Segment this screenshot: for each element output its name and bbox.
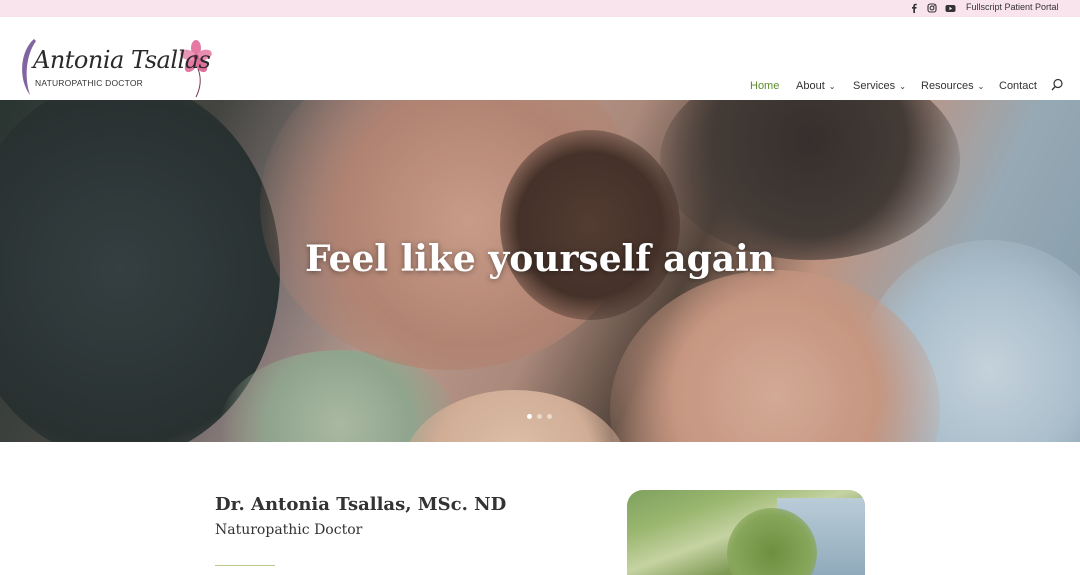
section-divider [215,565,275,566]
chevron-down-icon: ⌄ [899,81,906,91]
hero-title: Feel like yourself again [305,238,775,280]
doctor-photo [627,490,865,575]
chevron-down-icon: ⌄ [828,81,836,91]
nav-services[interactable]: Services ⌄ [853,79,906,93]
site-header: Antonia Tsallas NATUROPATHIC DOCTOR Home… [0,17,1080,100]
nav-resources[interactable]: Resources ⌄ [921,79,984,93]
slider-dot[interactable] [527,414,532,419]
doctor-title: Naturopathic Doctor [215,522,363,538]
nav-about-label: About [796,80,825,92]
top-bar: Fullscript Patient Portal [0,0,1080,17]
youtube-icon[interactable] [944,2,956,14]
nav-contact[interactable]: Contact [999,79,1037,93]
nav-home-label: Home [750,80,780,92]
nav-services-label: Services [853,80,896,92]
nav-home[interactable]: Home [750,79,779,93]
nav-about[interactable]: About ⌄ [796,79,835,93]
slider-pagination [527,414,552,419]
facebook-icon[interactable] [908,2,920,14]
nav-resources-label: Resources [921,80,974,92]
logo-name: Antonia Tsallas [33,46,211,74]
search-icon[interactable] [1050,78,1064,92]
slider-dot[interactable] [537,414,542,419]
site-logo[interactable]: Antonia Tsallas NATUROPATHIC DOCTOR [18,37,218,99]
instagram-icon[interactable] [926,2,938,14]
hero-slider: Feel like yourself again [0,100,1080,442]
chevron-down-icon: ⌄ [977,81,985,91]
logo-subtitle: NATUROPATHIC DOCTOR [35,78,144,88]
slider-dot[interactable] [547,414,552,419]
doctor-name: Dr. Antonia Tsallas, MSc. ND [215,494,507,515]
patient-portal-link[interactable]: Fullscript Patient Portal [966,2,1059,12]
nav-contact-label: Contact [999,80,1037,92]
